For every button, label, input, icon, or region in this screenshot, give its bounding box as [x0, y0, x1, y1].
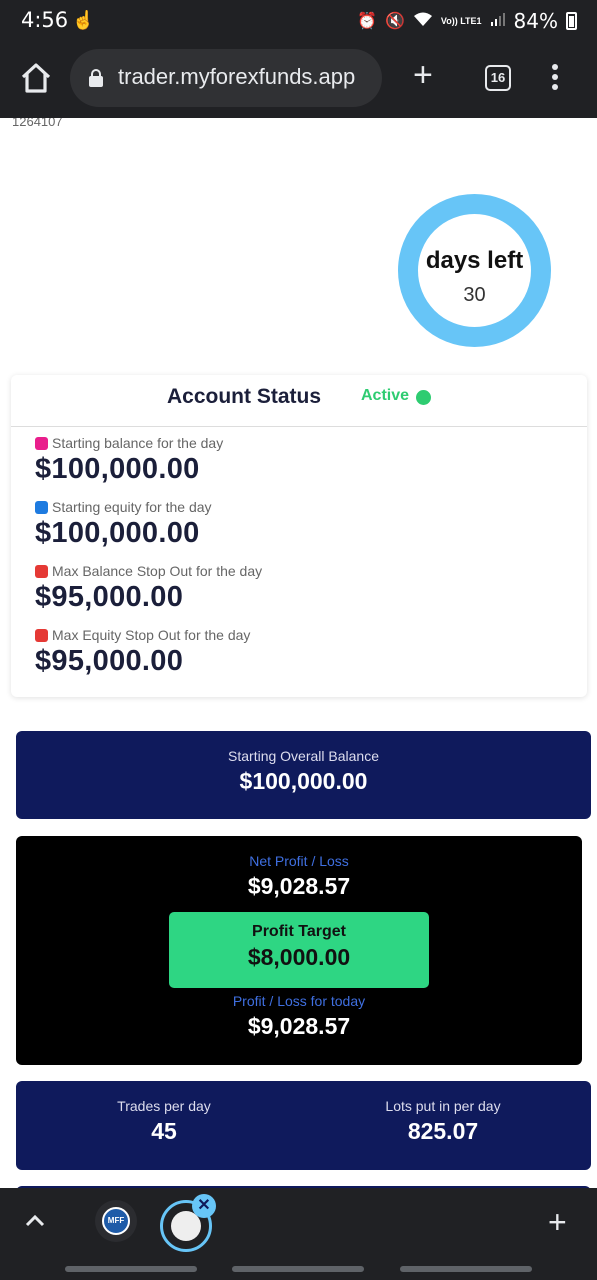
today-profit-label: Profit / Loss for today	[232, 993, 366, 1009]
today-profit-value: $9,028.57	[247, 1013, 351, 1039]
lots-per-day: Lots put in per day 825.07	[303, 1098, 583, 1145]
account-status-card: Account Status Active Starting balance f…	[11, 375, 587, 697]
status-bar: 4:56 ☝ ⏰ 🔇 Vo)) LTE1 84%	[0, 0, 597, 42]
metric-value: $100,000.00	[35, 517, 200, 549]
home-icon[interactable]	[18, 60, 54, 96]
nav-handle[interactable]	[65, 1266, 197, 1272]
days-left-ring: days left 30	[398, 194, 551, 347]
lock-icon	[89, 69, 103, 87]
page-content: 1264107 days left 30 Account Status Acti…	[0, 118, 597, 1188]
lots-value: 825.07	[407, 1118, 479, 1144]
network-label: Vo)) LTE1	[440, 15, 482, 26]
account-status-header: Account Status Active	[11, 375, 587, 427]
net-profit-value: $9,028.57	[247, 873, 351, 899]
wifi-icon	[413, 11, 433, 32]
metric-label: Starting equity for the day	[52, 499, 212, 515]
gesture-icon: ☝	[72, 10, 95, 30]
account-id: 1264107	[12, 118, 63, 129]
profit-target-label: Profit Target	[252, 923, 346, 940]
metric-max-balance-stop: Max Balance Stop Out for the day $95,000…	[35, 563, 262, 614]
tab-group-bar: MFF ✕ +	[0, 1188, 597, 1280]
metric-value: $100,000.00	[35, 453, 200, 485]
lots-label: Lots put in per day	[385, 1098, 501, 1114]
blue-square-icon	[35, 500, 48, 514]
trades-per-day: Trades per day 45	[24, 1098, 304, 1145]
overall-balance-value: $100,000.00	[239, 768, 368, 794]
profit-target-value: $8,000.00	[247, 944, 351, 970]
signal-icon	[490, 11, 506, 32]
trades-card: Trades per day 45 Lots put in per day 82…	[16, 1081, 591, 1170]
tab-thumbnail[interactable]: MFF	[95, 1200, 137, 1242]
red-square-icon	[35, 628, 48, 642]
pink-square-icon	[35, 436, 48, 450]
nav-handle[interactable]	[400, 1266, 532, 1272]
account-status-title: Account Status	[167, 385, 322, 408]
battery-icon	[566, 12, 577, 30]
status-time: 4:56	[21, 8, 69, 32]
address-bar[interactable]: trader.myforexfunds.app	[70, 49, 382, 107]
overall-balance-label: Starting Overall Balance	[228, 748, 379, 764]
metric-value: $95,000.00	[35, 645, 184, 677]
close-icon[interactable]: ✕	[192, 1194, 216, 1218]
status-icons: ⏰ 🔇 Vo)) LTE1 84%	[357, 9, 577, 33]
metric-starting-balance: Starting balance for the day $100,000.00	[35, 435, 223, 486]
metric-starting-equity: Starting equity for the day $100,000.00	[35, 499, 212, 550]
new-tab-icon[interactable]: +	[413, 58, 433, 92]
tab-switcher-button[interactable]: 16	[485, 65, 511, 91]
chevron-up-icon[interactable]	[24, 1210, 46, 1232]
mute-icon: 🔇	[384, 13, 405, 30]
net-profit-label: Net Profit / Loss	[249, 853, 349, 869]
metric-label: Max Equity Stop Out for the day	[52, 627, 251, 643]
browser-toolbar: trader.myforexfunds.app + 16	[0, 42, 597, 118]
profit-card: Net Profit / Loss $9,028.57 Profit Targe…	[16, 836, 582, 1065]
days-left-label: days left	[425, 247, 524, 274]
more-menu-icon[interactable]	[552, 64, 560, 94]
trades-value: 45	[151, 1118, 177, 1144]
profit-target-box: Profit Target $8,000.00	[169, 912, 429, 988]
red-square-icon	[35, 564, 48, 578]
metric-max-equity-stop: Max Equity Stop Out for the day $95,000.…	[35, 627, 250, 678]
days-left-value: 30	[463, 284, 486, 306]
trades-label: Trades per day	[117, 1098, 211, 1114]
nav-handle[interactable]	[232, 1266, 364, 1272]
add-tab-icon[interactable]: +	[548, 1206, 567, 1238]
status-badge: Active	[361, 387, 410, 404]
alarm-icon: ⏰	[357, 13, 377, 30]
battery-percent: 84%	[513, 9, 558, 33]
mff-logo-icon: MFF	[102, 1207, 130, 1235]
metric-label: Max Balance Stop Out for the day	[52, 563, 263, 579]
metric-value: $95,000.00	[35, 581, 184, 613]
url-text: trader.myforexfunds.app	[118, 64, 356, 89]
overall-balance-card: Starting Overall Balance $100,000.00	[16, 731, 591, 819]
metric-label: Starting balance for the day	[52, 435, 224, 451]
status-dot-icon	[416, 390, 431, 405]
